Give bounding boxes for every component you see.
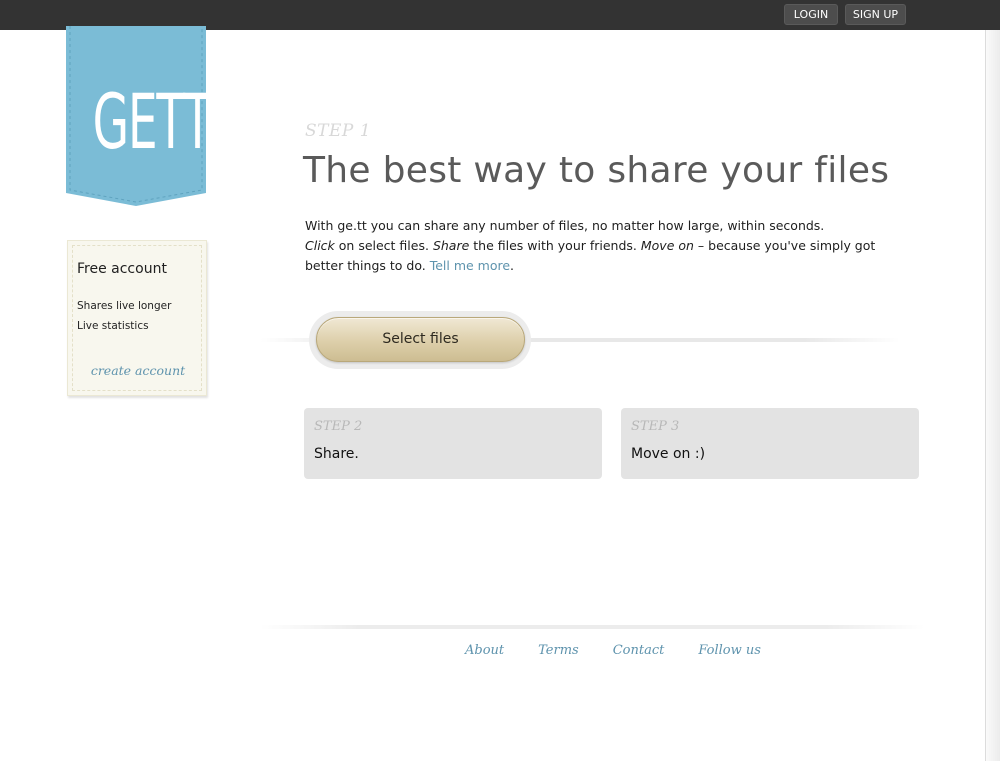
step2-text: Share.: [314, 446, 359, 462]
footer-nav: About Terms Contact Follow us: [465, 643, 761, 658]
footer-divider: [260, 625, 925, 629]
logo-text: GETT: [92, 77, 212, 166]
login-button[interactable]: LOGIN: [784, 4, 838, 25]
share-rest: the files with your friends.: [469, 238, 641, 253]
create-account-link[interactable]: create account: [68, 363, 208, 378]
feature-item: Live statistics: [77, 320, 149, 332]
account-card-title: Free account: [77, 261, 167, 277]
step3-label: STEP 3: [631, 419, 680, 434]
click-word: Click: [305, 238, 335, 253]
page-title: The best way to share your files: [303, 150, 890, 191]
click-rest: on select files.: [334, 238, 433, 253]
step3-text: Move on :): [631, 446, 706, 462]
step2-box: STEP 2 Share.: [304, 408, 602, 479]
footer-link-terms[interactable]: Terms: [538, 643, 579, 658]
footer-link-follow-us[interactable]: Follow us: [698, 643, 761, 658]
share-word: Share: [432, 238, 470, 253]
step2-label: STEP 2: [314, 419, 363, 434]
intro-text: With ge.tt you can share any number of f…: [305, 216, 905, 276]
gett-logo[interactable]: GETT: [66, 26, 212, 206]
intro-line1: With ge.tt you can share any number of f…: [305, 218, 825, 233]
signup-button[interactable]: SIGN UP: [845, 4, 906, 25]
footer-link-contact[interactable]: Contact: [613, 643, 665, 658]
feature-item: Shares live longer: [77, 300, 172, 312]
select-files-button[interactable]: Select files: [316, 317, 525, 362]
moveon-word: Move on: [640, 238, 694, 253]
step3-box: STEP 3 Move on :): [621, 408, 919, 479]
footer-link-about[interactable]: About: [465, 643, 504, 658]
tell-me-more-link[interactable]: Tell me more: [430, 258, 510, 273]
step1-label: STEP 1: [305, 121, 372, 141]
scrollbar[interactable]: [985, 30, 1000, 761]
period: .: [510, 258, 515, 273]
free-account-card: Free account Shares live longer Live sta…: [67, 240, 207, 396]
